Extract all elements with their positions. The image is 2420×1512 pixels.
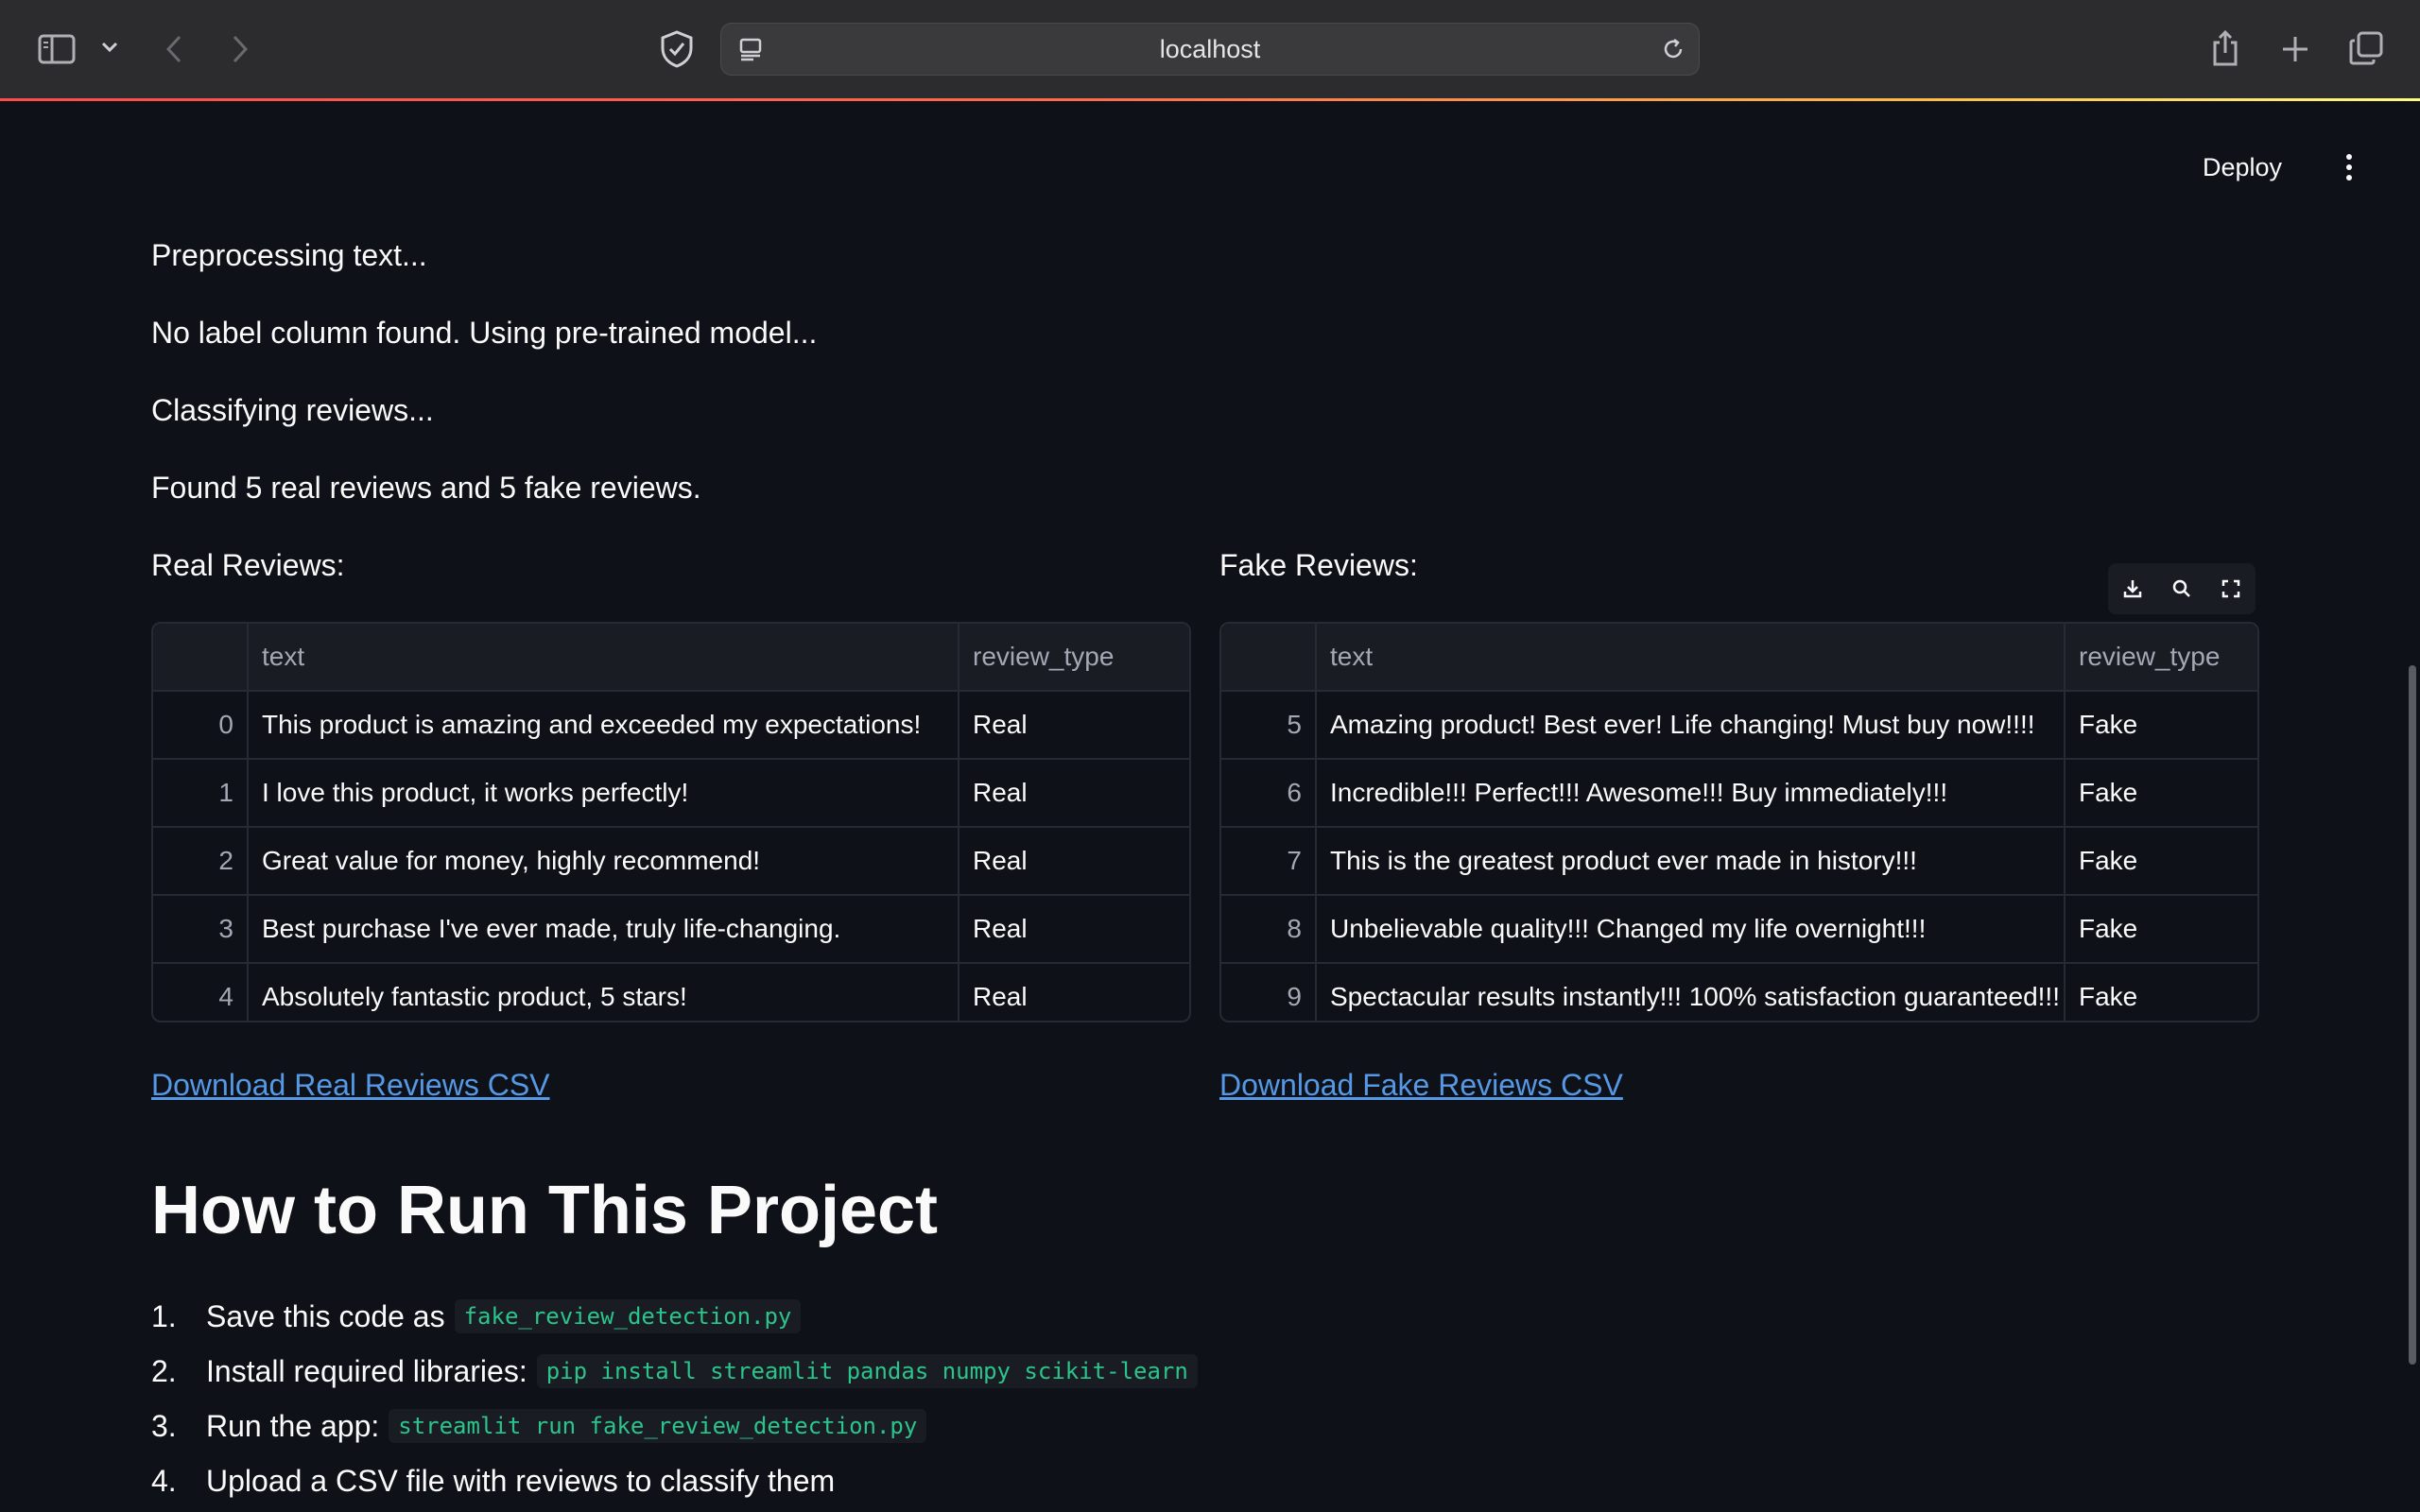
column-header-text[interactable]: text [248, 624, 959, 692]
real-reviews-title: Real Reviews: [151, 548, 345, 582]
table-row: 3 Best purchase I've ever made, truly li… [153, 895, 1189, 964]
fullscreen-icon[interactable] [2220, 577, 2242, 600]
text-cell[interactable]: Spectacular results instantly!!! 100% sa… [1316, 963, 2066, 1021]
table-row: 4 Absolutely fantastic product, 5 stars!… [153, 963, 1189, 1021]
row-index-cell[interactable]: 0 [153, 691, 249, 760]
review-type-cell[interactable]: Fake [2065, 895, 2257, 964]
forward-icon[interactable] [225, 30, 255, 68]
download-real-csv-link[interactable]: Download Real Reviews CSV [151, 1068, 550, 1103]
text-cell[interactable]: Incredible!!! Perfect!!! Awesome!!! Buy … [1316, 759, 2066, 828]
code-snippet: fake_review_detection.py [454, 1299, 802, 1333]
step-text: Upload a CSV file with reviews to classi… [206, 1463, 836, 1498]
table-row: 1 I love this product, it works perfectl… [153, 759, 1189, 828]
review-type-cell[interactable]: Real [959, 691, 1189, 760]
list-item: 4. Upload a CSV file with reviews to cla… [151, 1453, 1198, 1508]
status-preprocessing: Preprocessing text... [151, 238, 427, 272]
row-index-cell[interactable]: 2 [153, 827, 249, 896]
list-item: 2. Install required libraries: pip insta… [151, 1344, 1198, 1399]
chevron-down-icon[interactable] [98, 36, 121, 59]
back-icon[interactable] [159, 30, 189, 68]
list-item: 1. Save this code as fake_review_detecti… [151, 1289, 1198, 1344]
status-no-label: No label column found. Using pre-trained… [151, 316, 818, 350]
scrollbar-thumb[interactable] [2409, 665, 2416, 1365]
download-fake-csv-link[interactable]: Download Fake Reviews CSV [1219, 1068, 1623, 1103]
list-item: 3. Run the app: streamlit run fake_revie… [151, 1399, 1198, 1453]
main-menu-icon[interactable] [2335, 149, 2363, 187]
table-row: 2 Great value for money, highly recommen… [153, 827, 1189, 896]
review-type-cell[interactable]: Real [959, 895, 1189, 964]
new-tab-icon[interactable] [2276, 30, 2314, 68]
step-text: Save this code as [206, 1298, 445, 1333]
code-snippet: streamlit run fake_review_detection.py [389, 1409, 927, 1443]
text-cell[interactable]: This product is amazing and exceeded my … [248, 691, 959, 760]
review-type-cell[interactable]: Real [959, 759, 1189, 828]
reload-icon[interactable] [1659, 35, 1687, 63]
app-decoration-bar [0, 98, 2420, 101]
table-row: 5 Amazing product! Best ever! Life chang… [1221, 691, 2257, 760]
table-header-row: text review_type [153, 624, 1189, 692]
table-row: 9 Spectacular results instantly!!! 100% … [1221, 963, 2257, 1021]
row-index-cell[interactable]: 1 [153, 759, 249, 828]
step-number: 3. [151, 1408, 177, 1443]
review-type-cell[interactable]: Real [959, 963, 1189, 1021]
step-text: Install required libraries: [206, 1353, 527, 1388]
download-icon[interactable] [2121, 577, 2144, 600]
privacy-shield-icon[interactable] [658, 28, 696, 70]
text-cell[interactable]: This is the greatest product ever made i… [1316, 827, 2066, 896]
column-header-text[interactable]: text [1316, 624, 2066, 692]
row-index-cell[interactable]: 6 [1221, 759, 1317, 828]
text-cell[interactable]: Absolutely fantastic product, 5 stars! [248, 963, 959, 1021]
review-type-cell[interactable]: Fake [2065, 691, 2257, 760]
row-index-cell[interactable]: 8 [1221, 895, 1317, 964]
table-row: 0 This product is amazing and exceeded m… [153, 691, 1189, 760]
tab-overview-icon[interactable] [2346, 28, 2386, 68]
fake-reviews-title: Fake Reviews: [1219, 548, 1418, 582]
review-type-cell[interactable]: Real [959, 827, 1189, 896]
review-type-cell[interactable]: Fake [2065, 759, 2257, 828]
instructions-list: 1. Save this code as fake_review_detecti… [151, 1289, 1198, 1508]
status-found: Found 5 real reviews and 5 fake reviews. [151, 471, 701, 505]
share-icon[interactable] [2206, 26, 2244, 70]
column-header-index[interactable] [1221, 624, 1317, 692]
fake-reviews-table[interactable]: text review_type 5 Amazing product! Best… [1219, 622, 2259, 1022]
text-cell[interactable]: Great value for money, highly recommend! [248, 827, 959, 896]
text-cell[interactable]: Unbelievable quality!!! Changed my life … [1316, 895, 2066, 964]
step-text: Run the app: [206, 1408, 380, 1443]
step-number: 4. [151, 1463, 177, 1498]
sidebar-toggle-icon[interactable] [36, 30, 78, 68]
status-classifying: Classifying reviews... [151, 393, 434, 427]
table-toolbar [2108, 563, 2256, 614]
url-text: localhost [1159, 35, 1261, 63]
column-header-review-type[interactable]: review_type [2065, 624, 2257, 692]
table-row: 8 Unbelievable quality!!! Changed my lif… [1221, 895, 2257, 964]
row-index-cell[interactable]: 4 [153, 963, 249, 1021]
browser-toolbar: localhost [0, 0, 2420, 99]
text-cell[interactable]: I love this product, it works perfectly! [248, 759, 959, 828]
address-bar[interactable]: localhost [720, 23, 1700, 76]
step-number: 1. [151, 1298, 177, 1333]
table-row: 6 Incredible!!! Perfect!!! Awesome!!! Bu… [1221, 759, 2257, 828]
row-index-cell[interactable]: 3 [153, 895, 249, 964]
deploy-button[interactable]: Deploy [2203, 144, 2282, 191]
column-header-index[interactable] [153, 624, 249, 692]
text-cell[interactable]: Amazing product! Best ever! Life changin… [1316, 691, 2066, 760]
column-header-review-type[interactable]: review_type [959, 624, 1189, 692]
row-index-cell[interactable]: 5 [1221, 691, 1317, 760]
text-cell[interactable]: Best purchase I've ever made, truly life… [248, 895, 959, 964]
table-header-row: text review_type [1221, 624, 2257, 692]
step-number: 2. [151, 1353, 177, 1388]
row-index-cell[interactable]: 9 [1221, 963, 1317, 1021]
table-row: 7 This is the greatest product ever made… [1221, 827, 2257, 896]
section-heading: How to Run This Project [151, 1173, 939, 1248]
review-type-cell[interactable]: Fake [2065, 827, 2257, 896]
review-type-cell[interactable]: Fake [2065, 963, 2257, 1021]
row-index-cell[interactable]: 7 [1221, 827, 1317, 896]
code-snippet: pip install streamlit pandas numpy sciki… [536, 1354, 1198, 1388]
search-icon[interactable] [2170, 577, 2193, 600]
real-reviews-table[interactable]: text review_type 0 This product is amazi… [151, 622, 1191, 1022]
